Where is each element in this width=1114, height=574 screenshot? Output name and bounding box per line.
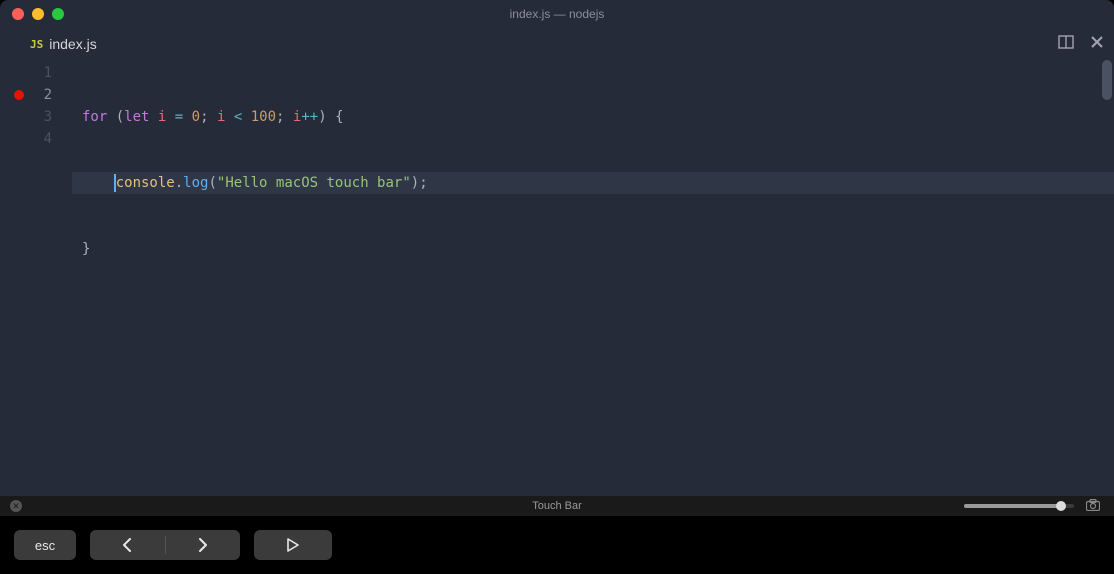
chevron-left-icon (121, 538, 133, 552)
line-number-row[interactable]: 2 (0, 84, 72, 106)
code-editor[interactable]: 1 2 3 4 for (let i = 0; i < 100; i++) { … (0, 60, 1114, 496)
tab-actions (1058, 34, 1104, 55)
touchbar-header: ✕ Touch Bar (0, 496, 1114, 516)
touchbar-play-button[interactable] (254, 530, 332, 560)
tab-label: index.js (49, 36, 96, 52)
slider-thumb[interactable] (1056, 501, 1066, 511)
breakpoint-icon[interactable] (14, 90, 24, 100)
split-editor-icon[interactable] (1058, 34, 1074, 55)
line-number: 3 (44, 106, 52, 128)
touchbar-forward-button[interactable] (166, 538, 241, 552)
tab-bar: JS index.js (0, 28, 1114, 60)
touchbar-esc-button[interactable]: esc (14, 530, 76, 560)
touchbar-slider[interactable] (964, 504, 1074, 508)
touchbar-close-icon[interactable]: ✕ (10, 500, 22, 512)
line-number: 2 (44, 84, 52, 106)
gutter[interactable]: 1 2 3 4 (0, 60, 72, 496)
touchbar-back-button[interactable] (90, 538, 165, 552)
line-number: 4 (44, 128, 52, 150)
esc-label: esc (35, 538, 55, 553)
window-minimize-button[interactable] (32, 8, 44, 20)
traffic-lights (12, 8, 64, 20)
line-number-row[interactable]: 3 (0, 106, 72, 128)
code-area[interactable]: for (let i = 0; i < 100; i++) { console.… (72, 60, 1114, 496)
titlebar: index.js — nodejs (0, 0, 1114, 28)
touchbar: esc (0, 516, 1114, 574)
slider-fill (964, 504, 1061, 508)
line-number-row[interactable]: 1 (0, 62, 72, 84)
line-number-row[interactable]: 4 (0, 128, 72, 150)
window-close-button[interactable] (12, 8, 24, 20)
touchbar-nav-group (90, 530, 240, 560)
text-cursor (114, 174, 116, 192)
code-line[interactable]: } (72, 238, 1114, 260)
editor-window: index.js — nodejs JS index.js 1 2 3 4 (0, 0, 1114, 496)
chevron-right-icon (197, 538, 209, 552)
line-number: 1 (44, 62, 52, 84)
touchbar-label: Touch Bar (532, 500, 582, 512)
window-title: index.js — nodejs (510, 7, 605, 21)
code-line[interactable]: for (let i = 0; i < 100; i++) { (72, 106, 1114, 128)
play-icon (287, 538, 299, 552)
camera-icon[interactable] (1086, 499, 1100, 514)
close-tab-icon[interactable] (1090, 35, 1104, 54)
code-line[interactable] (72, 304, 1114, 326)
window-maximize-button[interactable] (52, 8, 64, 20)
code-line[interactable]: console.log("Hello macOS touch bar"); (72, 172, 1114, 194)
tab-index-js[interactable]: JS index.js (30, 36, 97, 52)
vertical-scrollbar[interactable] (1102, 60, 1112, 100)
js-file-icon: JS (30, 38, 43, 51)
